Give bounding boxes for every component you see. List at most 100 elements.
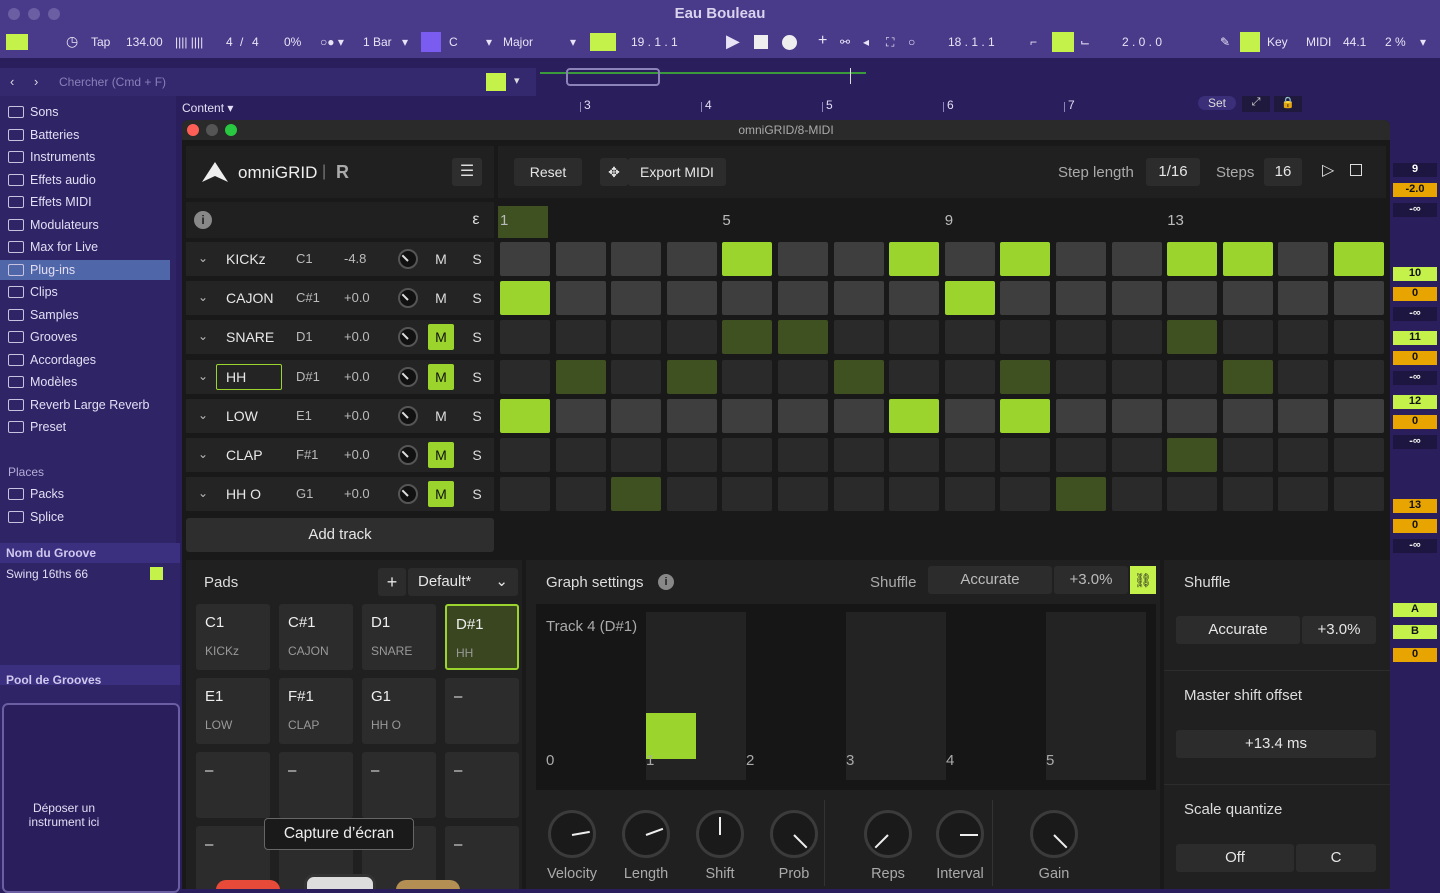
step-cell[interactable] [944, 477, 995, 512]
step-cell[interactable] [944, 281, 995, 316]
filter-chevron-icon[interactable]: ▾ [514, 74, 520, 87]
expand-icon[interactable]: ⤢ [1242, 96, 1270, 112]
menu-icon[interactable]: ☰ [452, 158, 482, 186]
step-cell[interactable] [1056, 477, 1106, 512]
mixer-value[interactable]: -2.0 [1393, 183, 1437, 197]
lock-icon[interactable]: 🔒 [1274, 96, 1302, 112]
pad[interactable]: E1 LOW [196, 678, 270, 744]
step-cell[interactable] [1222, 398, 1273, 433]
midi-map-button[interactable]: MIDI [1306, 35, 1331, 49]
step-cell[interactable] [722, 359, 773, 394]
step-cell[interactable] [889, 281, 940, 316]
loop-circle-icon[interactable]: ○ [908, 35, 915, 49]
step-cell[interactable] [500, 281, 550, 316]
step-cell[interactable] [722, 281, 773, 316]
step-cell[interactable] [611, 438, 662, 472]
step-cell[interactable] [1334, 320, 1384, 355]
track-gain[interactable]: +0.0 [344, 486, 370, 501]
param-knob[interactable] [770, 810, 818, 858]
track-name[interactable]: SNARE [226, 329, 274, 345]
track-note[interactable]: D#1 [296, 369, 320, 384]
step-cell[interactable] [1334, 281, 1384, 316]
track-gain[interactable]: +0.0 [344, 408, 370, 423]
steps-field[interactable]: 16 [1264, 158, 1302, 186]
mute-button[interactable]: M [428, 442, 454, 468]
track-expand-chevron-icon[interactable]: ⌄ [198, 447, 208, 461]
step-cell[interactable] [1056, 320, 1106, 355]
track-gain[interactable]: +0.0 [344, 369, 370, 384]
pad[interactable]: G1 HH O [362, 678, 436, 744]
track-row[interactable]: ⌄ KICKz C1 -4.8 M S [186, 242, 494, 276]
step-cell[interactable] [833, 320, 884, 355]
groove-commit-icon[interactable] [150, 567, 163, 580]
mixer-value[interactable]: 0 [1393, 287, 1437, 301]
sidebar-item-1[interactable]: Batteries [8, 125, 168, 145]
step-cell[interactable] [1111, 438, 1162, 472]
mixer-value[interactable]: 0 [1393, 648, 1437, 662]
search-input[interactable]: Chercher (Cmd + F) [59, 75, 166, 89]
sidebar-item-13[interactable]: Reverb Large Reverb [8, 395, 168, 415]
solo-button[interactable]: S [464, 403, 490, 429]
play-icon[interactable]: ▶ [726, 31, 740, 52]
pad[interactable]: C1 KICKz [196, 604, 270, 670]
sidebar-item-12[interactable]: Modèles [8, 372, 168, 392]
arrangement-record-icon[interactable] [590, 33, 616, 51]
step-cell[interactable] [555, 359, 606, 394]
step-cell[interactable] [1278, 281, 1329, 316]
follow-icon[interactable]: ○● ▾ [320, 35, 344, 49]
sidebar-item-7[interactable]: Plug-ins [0, 260, 170, 280]
loop-start-field[interactable]: 18 . 1 . 1 [948, 35, 995, 49]
step-cell[interactable] [611, 359, 662, 394]
mixer-value[interactable]: 0 [1393, 519, 1437, 533]
pad[interactable]: – [279, 752, 353, 818]
sig-den[interactable]: 4 [252, 35, 259, 49]
step-cell[interactable] [1111, 359, 1162, 394]
track-gain-knob-icon[interactable] [398, 445, 418, 465]
step-cell[interactable] [500, 359, 550, 394]
options-pill[interactable] [396, 880, 460, 889]
tap-button[interactable]: Tap [91, 35, 110, 49]
step-cell[interactable] [889, 398, 940, 433]
solo-button[interactable]: S [464, 442, 490, 468]
track-name[interactable]: CLAP [226, 447, 263, 463]
sidebar-item-5[interactable]: Modulateurs [8, 215, 168, 235]
track-row[interactable]: ⌄ CAJON C#1 +0.0 M S [186, 281, 494, 316]
mute-button[interactable]: M [428, 285, 454, 311]
step-cell[interactable] [1056, 359, 1106, 394]
step-cell[interactable] [1111, 281, 1162, 316]
step-cell[interactable] [1167, 359, 1218, 394]
pad[interactable]: – [445, 678, 519, 744]
param-knob[interactable] [548, 810, 596, 858]
track-note[interactable]: D1 [296, 329, 313, 344]
step-cell[interactable] [1222, 477, 1273, 512]
step-cell[interactable] [500, 242, 550, 276]
scale-mode-icon[interactable] [421, 32, 441, 52]
shuffle-amount-field[interactable]: +3.0% [1302, 616, 1376, 644]
param-knob[interactable] [1030, 810, 1078, 858]
position-field[interactable]: 19 . 1 . 1 [631, 35, 678, 49]
step-cell[interactable] [611, 398, 662, 433]
scale-quantize-mode[interactable]: Off [1176, 844, 1294, 872]
step-cell[interactable] [1222, 359, 1273, 394]
back-arrow-icon[interactable]: ◂ [863, 35, 869, 49]
step-cell[interactable] [778, 320, 828, 355]
param-knob[interactable] [864, 810, 912, 858]
step-cell[interactable] [889, 320, 940, 355]
step-cell[interactable] [666, 398, 717, 433]
step-cell[interactable] [1167, 320, 1218, 355]
sidebar-item-2[interactable]: Instruments [8, 147, 168, 167]
step-cell[interactable] [1000, 477, 1051, 512]
track-gain-knob-icon[interactable] [398, 366, 418, 387]
step-cell[interactable] [500, 398, 550, 433]
plugin-close-button[interactable] [187, 124, 199, 136]
keyboard-icon[interactable] [1240, 32, 1260, 52]
scale-quantize-key[interactable]: C [1296, 844, 1376, 872]
step-cell[interactable] [666, 281, 717, 316]
solo-button[interactable]: S [464, 246, 490, 272]
mixer-value[interactable]: 9 [1393, 163, 1437, 177]
step-cell[interactable] [611, 477, 662, 512]
capture-pill[interactable] [304, 874, 376, 889]
step-cell[interactable] [778, 242, 828, 276]
track-row[interactable]: ⌄ SNARE D1 +0.0 M S [186, 320, 494, 355]
step-cell[interactable] [1278, 398, 1329, 433]
